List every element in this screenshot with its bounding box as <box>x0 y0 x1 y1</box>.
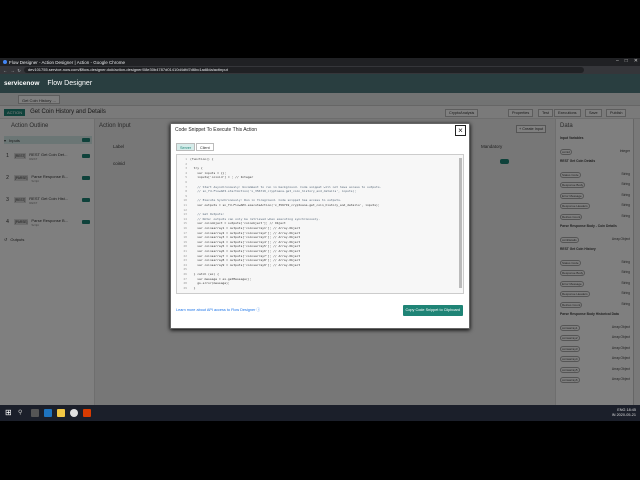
chrome-icon <box>3 60 7 64</box>
learn-more-link[interactable]: Learn more about API access to Flow Desi… <box>176 308 260 313</box>
code-editor[interactable]: 1 (function() {2 3 try {4 var inputs = {};… <box>176 154 464 294</box>
forward-icon[interactable]: → <box>10 68 14 73</box>
code-text: (function() { <box>190 157 214 161</box>
browser-window: Flow Designer - Action Designer | Action… <box>0 58 640 420</box>
modal-overlay: Code Snippet To Execute This Action × Se… <box>0 93 640 420</box>
code-text: } <box>190 285 196 290</box>
code-text: // Execute Synchronously: Run in foregro… <box>190 198 342 203</box>
reload-icon[interactable]: ↻ <box>17 68 21 73</box>
code-text: gs.error(message); <box>190 281 230 286</box>
code-text: var coinsarray7 = outputs['coinsarray7']… <box>190 253 301 258</box>
code-text: var coinsarray5 = outputs['coinsarray5']… <box>190 244 301 249</box>
task-view-icon[interactable] <box>31 409 39 417</box>
windows-start-icon[interactable]: ⊞ <box>5 409 13 417</box>
copy-snippet-button[interactable]: Copy Code Snippet to Clipboard <box>402 305 463 316</box>
app-header: servicenow Flow Designer <box>0 74 640 93</box>
product-title: Flow Designer <box>47 80 93 87</box>
code-text: var message = ex.getMessage(); <box>190 276 252 281</box>
code-text: var coinsarray6 = outputs['coinsarray6']… <box>190 249 301 253</box>
search-icon[interactable]: ⚲ <box>18 409 26 417</box>
close-window-icon[interactable]: ✕ <box>634 58 638 64</box>
code-text: var coinsarray8 = outputs['coinsarray8']… <box>190 258 301 263</box>
code-text: var coinobject = outputs['coinobject']; … <box>190 221 286 226</box>
code-text: // Note: outputs can only be retrieved w… <box>190 216 321 221</box>
code-text: inputs['coinid'] = ; // Integer <box>190 175 254 180</box>
code-line: 29 } <box>177 286 463 291</box>
close-icon[interactable]: × <box>455 125 466 136</box>
code-text: // sn_fd.FlowAPI.startAction('x_356719_c… <box>190 189 357 194</box>
maximize-icon[interactable]: □ <box>625 58 628 64</box>
address-bar: ← → ↻ dev101755.service-now.com/$flow-de… <box>0 66 640 74</box>
windows-taskbar: ⊞ ⚲ ENG 18:45 IN 2020-05-21 <box>0 405 640 421</box>
code-snippet-dialog: Code Snippet To Execute This Action × Se… <box>170 123 470 329</box>
window-controls: – □ ✕ <box>616 58 638 64</box>
code-text: var coinsarray2 = outputs['coinsarray2']… <box>190 230 301 235</box>
code-text: // Start Asynchronously: Uncomment to ru… <box>190 184 382 189</box>
code-text: var coinsarray9 = outputs['coinsarray9']… <box>190 262 301 267</box>
system-tray: ENG 18:45 IN 2020-05-21 <box>611 408 636 417</box>
tab-client[interactable]: Client <box>196 143 214 151</box>
chrome-taskbar-icon[interactable] <box>70 409 78 417</box>
url-field[interactable]: dev101755.service-now.com/$flow-designer… <box>23 67 584 73</box>
servicenow-logo: servicenow <box>4 80 40 87</box>
tab-server[interactable]: Server <box>176 143 196 151</box>
back-icon[interactable]: ← <box>3 68 7 73</box>
code-text: } catch (ex) { <box>190 272 219 276</box>
minimize-icon[interactable]: – <box>616 58 619 64</box>
code-text: var outputs = sn_fd.FlowAPI.executeActio… <box>190 203 380 207</box>
edge-icon[interactable] <box>44 409 52 417</box>
code-text: try { <box>190 166 203 171</box>
title-bar: Flow Designer - Action Designer | Action… <box>0 58 640 66</box>
file-explorer-icon[interactable] <box>57 409 65 417</box>
code-text: // Get Outputs: <box>190 212 225 217</box>
dialog-title: Code Snippet To Execute This Action <box>175 127 258 133</box>
app-taskbar-icon[interactable] <box>83 409 91 417</box>
line-number: 29 <box>183 285 187 290</box>
help-icon: ⓘ <box>256 308 261 312</box>
code-text: var coinsarray3 = outputs['coinsarray3']… <box>190 235 301 240</box>
code-text: var inputs = {}; <box>190 170 227 175</box>
code-text: var coinsarray4 = outputs['coinsarray4']… <box>190 239 301 244</box>
window-title: Flow Designer - Action Designer | Action… <box>9 59 125 65</box>
code-text: var coinsarray1 = outputs['coinsarray1']… <box>190 226 301 230</box>
